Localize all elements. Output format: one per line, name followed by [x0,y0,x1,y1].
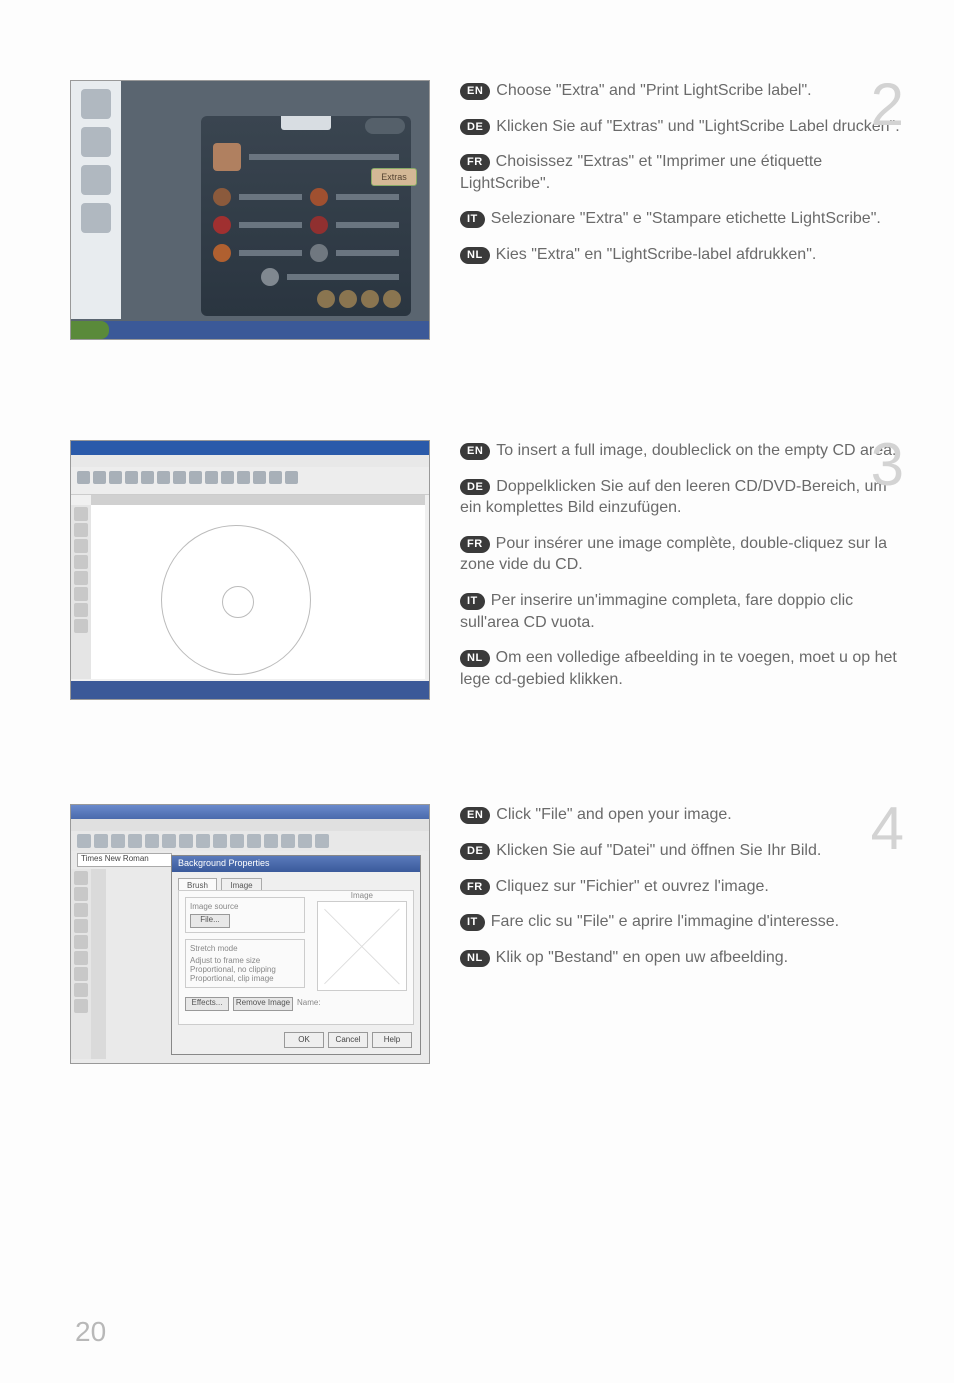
instruction-text: Per inserire un'immagine completa, fare … [460,592,853,631]
instructions-step-2: EN Choose "Extra" and "Print LightScribe … [460,80,904,280]
lang-badge-fr: FR [460,879,490,896]
toolbar-icons [77,471,298,484]
empty-cd-area [161,525,311,675]
lang-badge-fr: FR [460,154,490,171]
cd-dvd-tab [281,116,331,130]
font-selector: Times New Roman [77,853,172,867]
instruction-text: Selezionare "Extra" e "Stampare etichett… [491,210,881,227]
screenshot-step-4: Times New Roman Background Properties Br… [70,804,430,1064]
instruction-text: Choose "Extra" and "Print LightScribe la… [496,82,811,99]
group-label: Stretch mode [190,944,300,953]
tools-palette [71,869,91,1059]
page-number: 20 [75,1316,106,1348]
instructions-step-4: EN Click "File" and open your image. DE Kl… [460,804,904,982]
instruction-text: Cliquez sur "Fichier" et ouvrez l'image. [496,878,769,895]
extras-callout: Extras [371,168,417,186]
lang-badge-it: IT [460,211,485,228]
lang-badge-it: IT [460,593,485,610]
group-label: Image source [190,902,300,911]
nero-smartstart-window: Extras [201,116,411,316]
help-button: Help [372,1032,412,1048]
horizontal-ruler [91,495,425,505]
lang-badge-de: DE [460,479,490,496]
dialog-tabs: Brush Image [172,872,420,890]
cancel-button: Cancel [328,1032,368,1048]
instruction-text: Klicken Sie auf "Datei" und öffnen Sie I… [496,842,821,859]
canvas [91,505,425,679]
step-number: 3 [871,430,904,499]
background-properties-dialog: Background Properties Brush Image Image … [171,855,421,1055]
file-button: File... [190,914,230,928]
radio-option: Adjust to frame size [190,956,300,965]
menu-bar [71,819,429,831]
taskbar [71,681,429,699]
dialog-buttons: OK Cancel Help [284,1032,412,1048]
instruction-text: Klik op "Bestand" en open uw afbeelding. [496,949,788,966]
lang-badge-en: EN [460,807,490,824]
step-number: 2 [871,70,904,139]
window-titlebar [71,441,429,455]
instruction-text: Choisissez "Extras" et "Imprimer une éti… [460,153,822,192]
step-2: Extras EN Choose "Extra" and "Print Light… [70,80,904,340]
instruction-text: Doppelklicken Sie auf den leeren CD/DVD-… [460,478,887,517]
desktop-icons-column [71,81,121,319]
radio-option: Proportional, clip image [190,974,300,983]
step-4: Times New Roman Background Properties Br… [70,804,904,1064]
lang-badge-fr: FR [460,536,490,553]
lang-badge-de: DE [460,119,490,136]
stretch-mode-group: Stretch mode Adjust to frame size Propor… [185,939,305,988]
start-button [71,321,109,339]
taskbar [71,321,429,339]
instruction-text: To insert a full image, doubleclick on t… [496,442,896,459]
remove-image-button: Remove Image [233,997,293,1011]
radio-option: Proportional, no clipping [190,965,300,974]
screenshot-step-2: Extras [70,80,430,340]
ok-button: OK [284,1032,324,1048]
instruction-text: Kies "Extra" en "LightScribe-label afdru… [496,246,817,263]
instruction-text: Click "File" and open your image. [496,806,731,823]
image-preview [317,901,407,991]
lang-badge-nl: NL [460,247,490,264]
dialog-panel: Image source File... Stretch mode Adjust… [178,890,414,1025]
window-titlebar [71,805,429,819]
instructions-step-3: EN To insert a full image, doubleclick on… [460,440,904,704]
effects-button: Effects... [185,997,229,1011]
lang-badge-nl: NL [460,950,490,967]
bottom-circle-buttons [317,290,401,308]
tools-palette [71,505,91,679]
lang-badge-en: EN [460,443,490,460]
menu-bar [71,455,429,467]
image-source-group: Image source File... [185,897,305,933]
window-controls [365,118,405,134]
instruction-text: Fare clic su "File" e aprire l'immagine … [491,913,839,930]
name-label: Name: [297,998,321,1007]
vertical-ruler [91,869,106,1059]
dialog-title: Background Properties [172,856,420,872]
step-number: 4 [871,794,904,863]
instruction-text: Klicken Sie auf "Extras" und "LightScrib… [496,118,899,135]
lang-badge-nl: NL [460,650,490,667]
instruction-text: Om een volledige afbeelding in te voegen… [460,649,897,688]
lang-badge-en: EN [460,83,490,100]
instruction-text: Pour insérer une image complète, double-… [460,535,887,574]
lang-badge-it: IT [460,914,485,931]
preview-label: Image [351,891,373,900]
toolbar [71,831,429,851]
screenshot-step-3 [70,440,430,700]
step-3: EN To insert a full image, doubleclick on… [70,440,904,704]
lang-badge-de: DE [460,843,490,860]
